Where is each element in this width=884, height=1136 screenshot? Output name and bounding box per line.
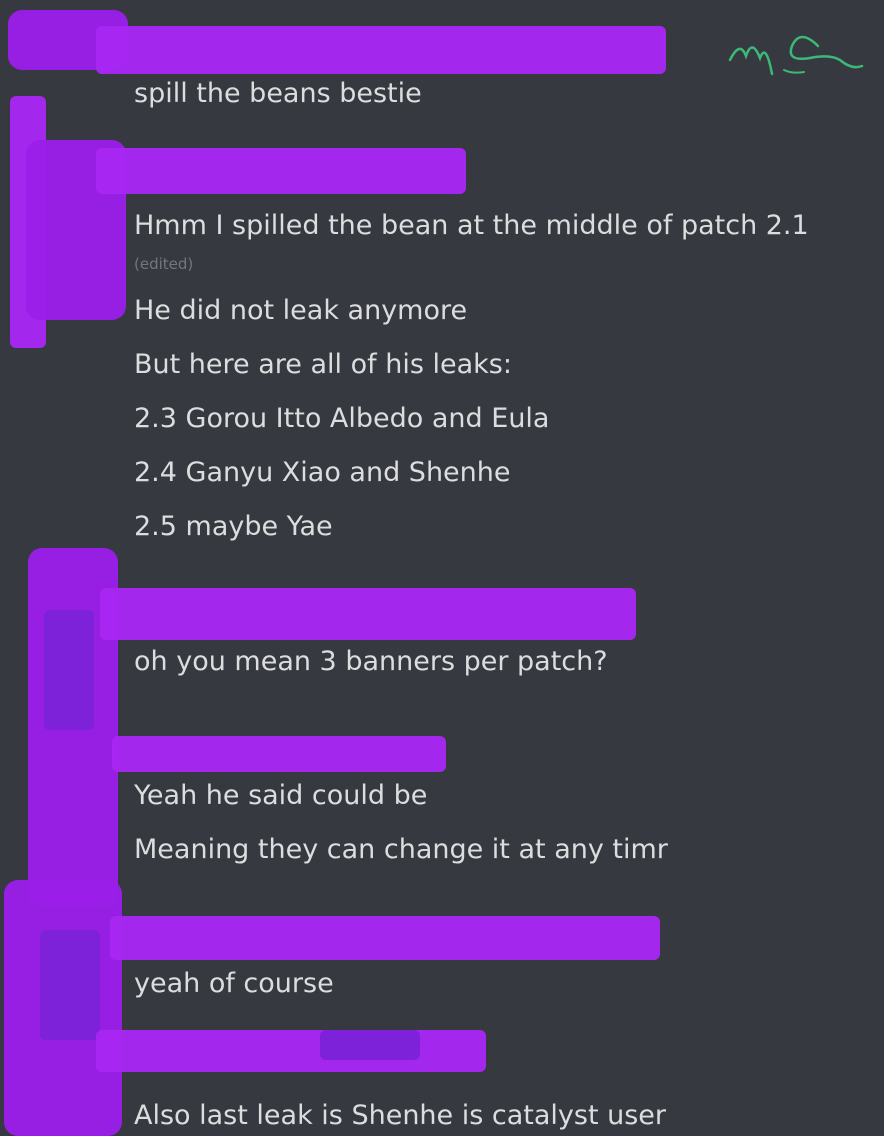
chat-log: spill the beans bestie Hmm I spilled the… — [0, 0, 884, 1136]
handwritten-me-annotation — [728, 35, 864, 76]
chat-message: Hmm I spilled the bean at the middle of … — [134, 210, 809, 241]
redaction-block — [110, 916, 660, 960]
redaction-block — [40, 930, 100, 1040]
redaction-block — [112, 736, 446, 772]
chat-message: Meaning they can change it at any timr — [134, 834, 668, 865]
edited-label: (edited) — [134, 255, 194, 273]
redaction-block — [44, 610, 94, 730]
chat-message: yeah of course — [134, 968, 334, 999]
chat-message: 2.5 maybe Yae — [134, 511, 333, 542]
redaction-block — [96, 148, 466, 194]
chat-message: He did not leak anymore — [134, 295, 468, 326]
chat-message: But here are all of his leaks: — [134, 349, 512, 380]
chat-message: oh you mean 3 banners per patch? — [134, 646, 608, 677]
redaction-block — [100, 588, 636, 640]
redaction-block — [96, 1030, 486, 1072]
redaction-block — [96, 26, 666, 74]
redaction-block — [320, 1030, 420, 1060]
chat-message: 2.3 Gorou Itto Albedo and Eula — [134, 403, 550, 434]
chat-message: 2.4 Ganyu Xiao and Shenhe — [134, 457, 511, 488]
chat-message: spill the beans bestie — [134, 78, 422, 109]
chat-message: Also last leak is Shenhe is catalyst use… — [134, 1100, 667, 1131]
chat-message: Yeah he said could be — [134, 780, 428, 811]
